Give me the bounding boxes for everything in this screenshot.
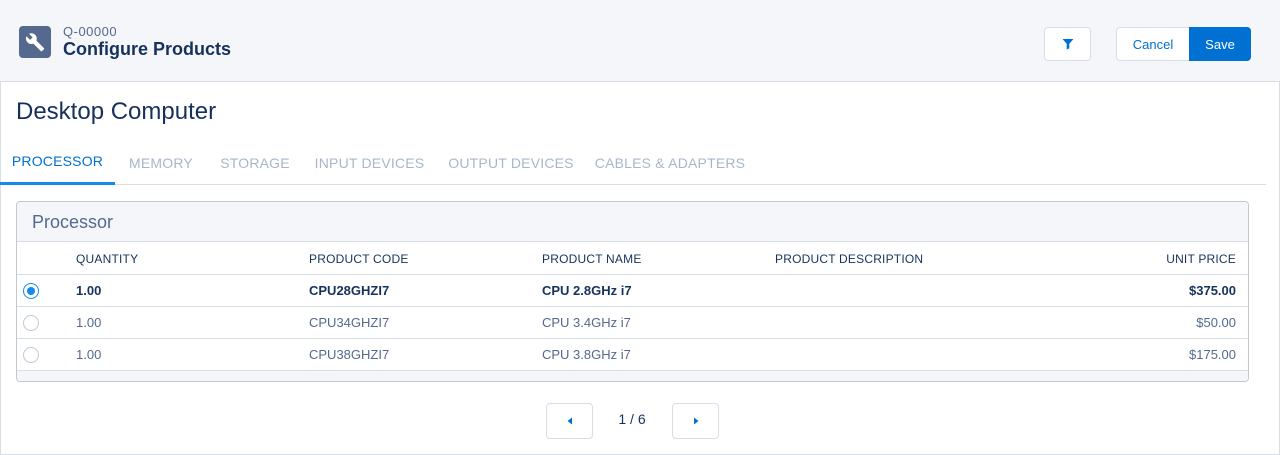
product-code-cell: CPU38GHZI7 — [309, 347, 390, 362]
filter-icon — [1062, 39, 1073, 50]
quantity-cell: 1.00 — [76, 315, 102, 330]
page-indicator: 1 / 6 — [618, 411, 646, 427]
table-row[interactable]: 1.00 CPU28GHZI7 CPU 2.8GHz i7 $375.00 — [17, 274, 1248, 306]
card-footer — [17, 370, 1248, 381]
row-select-radio[interactable] — [23, 315, 39, 331]
unit-price-cell: $375.00 — [1189, 283, 1236, 298]
row-select-radio[interactable] — [23, 347, 39, 363]
filter-button[interactable] — [1044, 27, 1091, 61]
record-id: Q-00000 — [63, 24, 118, 39]
tab-storage[interactable]: STORAGE — [207, 140, 303, 185]
column-header-product-name[interactable]: PRODUCT NAME — [542, 243, 642, 275]
caret-right-icon — [693, 417, 698, 425]
table-row[interactable]: 1.00 CPU38GHZI7 CPU 3.8GHz i7 $175.00 — [17, 338, 1248, 370]
quantity-cell: 1.00 — [76, 283, 102, 298]
processor-card: Processor QUANTITY PRODUCT CODE PRODUCT … — [16, 201, 1249, 382]
product-code-cell: CPU34GHZI7 — [309, 315, 390, 330]
tab-memory[interactable]: MEMORY — [115, 140, 207, 185]
column-header-product-code[interactable]: PRODUCT CODE — [309, 243, 409, 275]
card-title: Processor — [32, 212, 114, 232]
column-header-product-description[interactable]: PRODUCT DESCRIPTION — [775, 243, 923, 275]
next-page-button[interactable] — [672, 403, 719, 439]
page-header: Q-00000 Configure Products Cancel Save — [0, 0, 1280, 82]
previous-page-button[interactable] — [546, 403, 593, 439]
column-header-quantity[interactable]: QUANTITY — [76, 243, 138, 275]
caret-left-icon — [567, 417, 572, 425]
unit-price-cell: $50.00 — [1196, 315, 1236, 330]
save-button[interactable]: Save — [1189, 27, 1251, 61]
card-header: Processor — [17, 202, 1248, 242]
unit-price-cell: $175.00 — [1189, 347, 1236, 362]
row-select-radio[interactable] — [23, 283, 39, 299]
tab-input-devices[interactable]: INPUT DEVICES — [303, 140, 436, 185]
cancel-button[interactable]: Cancel — [1116, 27, 1190, 61]
product-name-cell: CPU 3.4GHz i7 — [542, 315, 631, 330]
tab-cables-adapters[interactable]: CABLES & ADAPTERS — [586, 140, 754, 185]
wrench-icon — [19, 26, 51, 58]
product-name-cell: CPU 2.8GHz i7 — [542, 283, 632, 298]
table-row[interactable]: 1.00 CPU34GHZI7 CPU 3.4GHz i7 $50.00 — [17, 306, 1248, 338]
product-name-cell: CPU 3.8GHz i7 — [542, 347, 631, 362]
column-header-unit-price[interactable]: UNIT PRICE — [1166, 243, 1236, 275]
page-title: Configure Products — [63, 39, 232, 59]
section-title: Desktop Computer — [16, 98, 217, 125]
tab-bar: PROCESSOR MEMORY STORAGE INPUT DEVICES O… — [0, 140, 1266, 185]
quantity-cell: 1.00 — [76, 347, 102, 362]
tab-output-devices[interactable]: OUTPUT DEVICES — [436, 140, 586, 185]
tab-processor[interactable]: PROCESSOR — [0, 140, 115, 185]
product-code-cell: CPU28GHZI7 — [309, 283, 390, 298]
